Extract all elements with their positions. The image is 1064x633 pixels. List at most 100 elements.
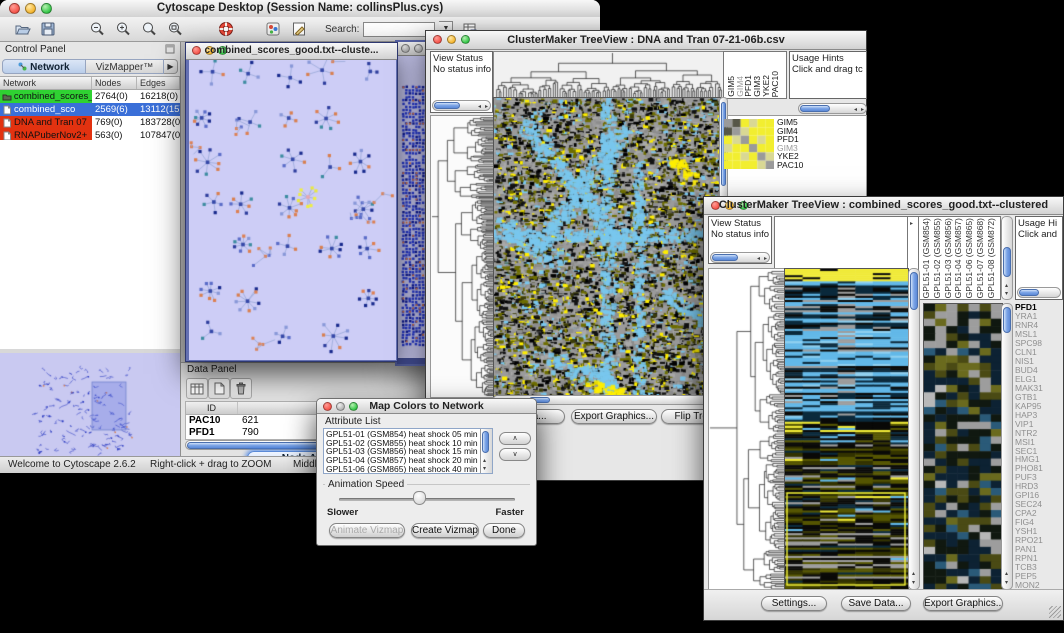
tv1-title: ClusterMaker TreeView : DNA and Tran 07-… — [426, 34, 866, 46]
tv1-column-dendrogram[interactable] — [493, 51, 725, 99]
search-label: Search: — [325, 24, 359, 35]
tab-network[interactable]: Network — [2, 59, 86, 74]
column-label: GPL51-02 (GSM855) — [933, 218, 942, 298]
float-panel-icon[interactable] — [165, 44, 175, 54]
status-welcome: Welcome to Cytoscape 2.6.2 — [8, 459, 136, 470]
attribute-list-scrollbar[interactable]: ▴▾ — [480, 429, 492, 473]
create-vizmap-button[interactable]: Create Vizmap — [411, 523, 479, 538]
zoom-out-icon[interactable] — [89, 21, 106, 37]
export-graphics-button[interactable]: Export Graphics... — [923, 596, 1003, 611]
minimize-button[interactable] — [414, 44, 423, 53]
file-icon — [2, 105, 12, 115]
network-list-header[interactable]: Network Nodes Edges — [0, 76, 180, 90]
attribute-select-icon[interactable] — [186, 378, 208, 399]
zoom-selected-icon[interactable] — [141, 21, 158, 37]
export-graphics-button[interactable]: Export Graphics... — [571, 409, 657, 424]
tv2-column-labels[interactable]: GPL51-01 (GSM854)GPL51-02 (GSM855)GPL51-… — [918, 216, 1001, 300]
tv1-viewstatus-scrollbar[interactable]: ◂▸ — [432, 100, 491, 111]
treeview2-window: ClusterMaker TreeView : combined_scores_… — [703, 196, 1064, 621]
control-panel-header: Control Panel — [0, 42, 180, 56]
network-list: Network Nodes Edges combined_scores_2764… — [0, 76, 180, 142]
save-icon[interactable] — [40, 21, 57, 37]
network-list-row[interactable]: combined_scores_2764(0)16218(0) — [0, 90, 180, 103]
slider-thumb[interactable] — [413, 491, 426, 505]
column-label: PAC10 — [771, 71, 780, 97]
animation-speed-label: Animation Speed — [325, 479, 407, 490]
tv2-title: ClusterMaker TreeView : combined_scores_… — [704, 199, 1063, 211]
net1-title: combined_scores_good.txt--cluste... — [186, 45, 397, 56]
close-button[interactable] — [401, 44, 410, 53]
control-panel: Control Panel Network VizMapper™ ▶ Netwo… — [0, 42, 181, 457]
tv2-gene-labels[interactable]: PFD1YRA1RNR4MSL1SPC98CLN1NIS1BUD4ELG1MAK… — [1015, 303, 1063, 590]
zoom-fit-icon[interactable] — [167, 21, 184, 37]
save-data-button[interactable]: Save Data... — [841, 596, 911, 611]
tv2-button-bar: Settings... Save Data... Export Graphics..… — [704, 589, 1063, 620]
tv2-zoom-heatmap[interactable] — [923, 303, 1003, 592]
row-label: PAC10 — [777, 161, 803, 170]
tv1-labels-scrollbar[interactable]: ◂▸ — [798, 103, 867, 114]
network-list-row[interactable]: combined_sco2569(6)13112(15) — [0, 103, 180, 116]
tv2-global-vscrollbar[interactable]: ▴▾ — [908, 268, 920, 590]
tv1-column-labels[interactable]: GIM5GIM4PFD1GIM3YKE2PAC10 — [723, 51, 787, 99]
data-panel-title: Data Panel — [187, 364, 236, 375]
column-label: GPL51-08 (GSM872) — [987, 218, 996, 298]
tv1-summary-matrix[interactable] — [724, 119, 774, 169]
tv1-global-heatmap[interactable] — [493, 97, 721, 397]
move-up-button[interactable]: ∧ — [499, 432, 531, 445]
zoom-in-icon[interactable] — [115, 21, 132, 37]
column-label: GPL51-07 (GSM868) — [976, 218, 985, 298]
column-label: GPL51-06 (GSM865) — [965, 218, 974, 298]
help-lifering-icon[interactable] — [218, 21, 235, 37]
slower-label: Slower — [327, 507, 358, 518]
tv1-usage-hints: Usage Hints Click and drag tc — [789, 51, 867, 99]
tv2-global-heatmap[interactable] — [784, 268, 909, 592]
tv2-titlebar[interactable]: ClusterMaker TreeView : combined_scores_… — [704, 197, 1063, 215]
annotation-icon[interactable] — [291, 21, 308, 37]
dialog-title: Map Colors to Network — [317, 400, 536, 412]
network-view-canvas[interactable] — [189, 60, 396, 360]
main-titlebar[interactable]: Cytoscape Desktop (Session Name: collins… — [0, 0, 600, 18]
network-view-window: combined_scores_good.txt--cluste... — [185, 42, 398, 362]
net1-titlebar[interactable]: combined_scores_good.txt--cluste... — [186, 43, 397, 60]
tab-vizmapper[interactable]: VizMapper™ — [86, 59, 164, 74]
new-attribute-icon[interactable] — [208, 378, 230, 399]
resize-grip[interactable] — [1049, 606, 1061, 618]
tv2-viewstatus-scrollbar[interactable]: ◂▸ — [710, 252, 770, 263]
column-label: GPL51-01 (GSM854) — [922, 218, 931, 298]
vizmapper-icon[interactable] — [265, 21, 282, 37]
status-zoom-hint: Right-click + drag to ZOOM — [150, 459, 271, 470]
delete-attribute-icon[interactable] — [230, 378, 252, 399]
column-label: GPL51-03 (GSM856) — [944, 218, 953, 298]
column-label: GPL51-04 (GSM857) — [954, 218, 963, 298]
tv2-row-dendrogram[interactable] — [708, 268, 786, 592]
file-icon — [2, 131, 12, 141]
settings-button[interactable]: Settings... — [761, 596, 827, 611]
network-tab-icon — [18, 62, 27, 71]
move-down-button[interactable]: ∨ — [499, 448, 531, 461]
folder-icon — [2, 92, 12, 102]
window-title: Cytoscape Desktop (Session Name: collins… — [0, 2, 600, 14]
network-tree-whitespace — [0, 140, 180, 350]
tv1-row-labels[interactable]: GIM5GIM4PFD1GIM3YKE2PAC10 — [777, 118, 803, 170]
tv2-zoom-vscrollbar[interactable]: ▴▾ — [1001, 303, 1013, 590]
faster-label: Faster — [495, 507, 524, 518]
tv2-usage-scrollbar[interactable] — [1017, 287, 1061, 298]
desktop: Cytoscape Desktop (Session Name: collins… — [0, 0, 1064, 633]
dialog-titlebar[interactable]: Map Colors to Network — [317, 399, 536, 414]
tv1-titlebar[interactable]: ClusterMaker TreeView : DNA and Tran 07-… — [426, 31, 866, 50]
map-colors-dialog: Map Colors to Network Attribute List GPL… — [316, 398, 537, 546]
done-button[interactable]: Done — [483, 523, 525, 538]
control-panel-tabs: Network VizMapper™ ▶ — [2, 57, 178, 75]
file-icon — [2, 118, 12, 128]
animate-vizmap-button[interactable]: Animate Vizmap — [329, 523, 405, 538]
network-canvas-area — [189, 60, 394, 358]
tv2-collabels-scrollbar[interactable]: ▴▾ — [1001, 216, 1013, 300]
tab-overflow-icon[interactable]: ▶ — [164, 59, 178, 74]
attribute-list[interactable]: GPL51-01 (GSM854) heat shock 05 minGPL51… — [323, 428, 493, 474]
animation-speed-slider[interactable] — [339, 498, 515, 501]
attribute-list-label: Attribute List — [325, 416, 381, 427]
network-list-row[interactable]: DNA and Tran 07769(0)183728(0) — [0, 116, 180, 129]
open-file-icon[interactable] — [14, 21, 31, 37]
tv1-row-dendrogram[interactable] — [430, 115, 495, 398]
birds-eye-view[interactable] — [0, 353, 180, 457]
